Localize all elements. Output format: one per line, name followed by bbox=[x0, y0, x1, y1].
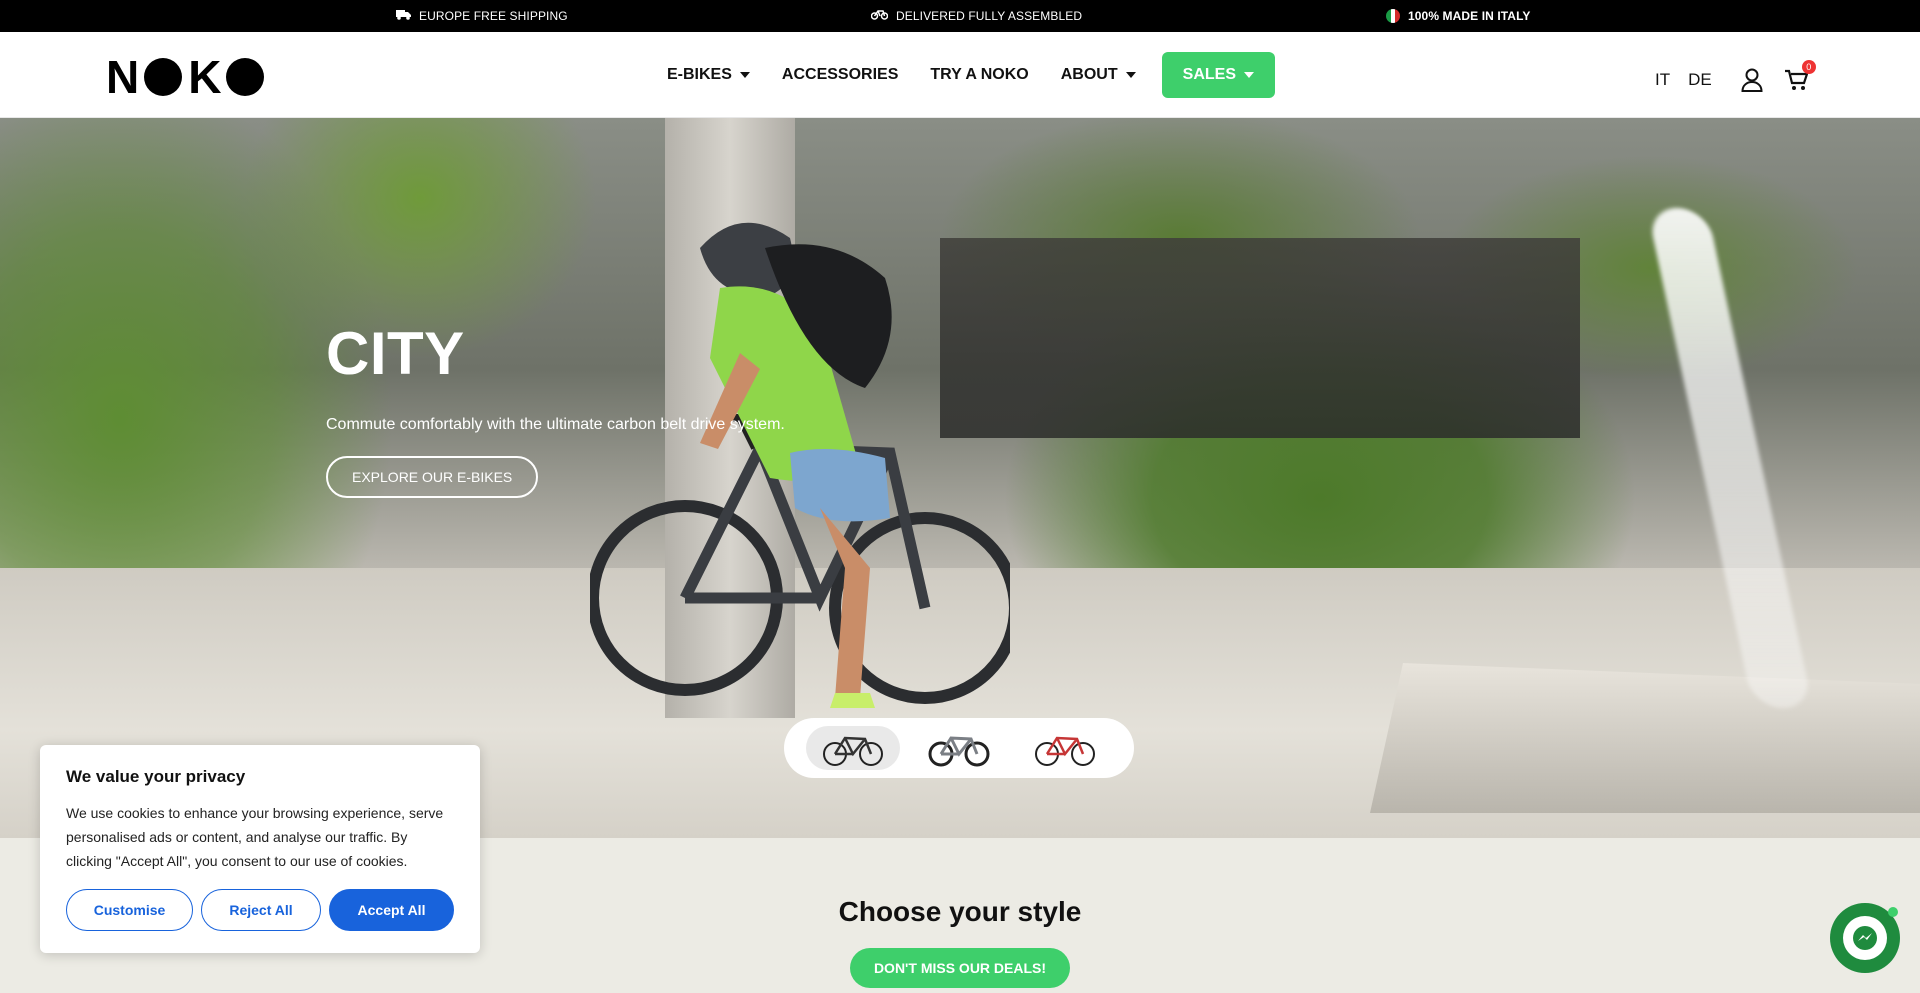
cookie-consent-banner: We value your privacy We use cookies to … bbox=[40, 745, 480, 953]
made-in-text: 100% made in Italy bbox=[1408, 9, 1531, 23]
language-it[interactable]: IT bbox=[1655, 70, 1670, 90]
chevron-down-icon bbox=[1243, 72, 1254, 78]
shipping-message: Europe free shipping bbox=[396, 9, 568, 23]
trekking-bike-icon bbox=[928, 736, 990, 767]
accept-all-button[interactable]: Accept All bbox=[329, 889, 454, 931]
nav-about[interactable]: About bbox=[1061, 66, 1136, 84]
city-bike-option[interactable] bbox=[806, 726, 900, 770]
bike-model-selector bbox=[784, 718, 1134, 778]
reject-all-button[interactable]: Reject All bbox=[201, 889, 321, 931]
nav-ebikes[interactable]: E-Bikes bbox=[667, 66, 750, 84]
truck-icon bbox=[396, 9, 411, 23]
customise-button[interactable]: Customise bbox=[66, 889, 193, 931]
shipping-text: Europe free shipping bbox=[419, 9, 568, 23]
chevron-down-icon bbox=[739, 72, 750, 78]
road-bike-option[interactable] bbox=[1018, 726, 1112, 770]
fountain-wall bbox=[1370, 663, 1920, 813]
road-bike-icon bbox=[1035, 736, 1095, 766]
italy-flag-icon bbox=[1386, 9, 1400, 23]
announcement-bar: Europe free shipping Delivered fully ass… bbox=[0, 0, 1920, 32]
language-de[interactable]: DE bbox=[1688, 70, 1712, 90]
chevron-down-icon bbox=[1125, 72, 1136, 78]
explore-ebikes-button[interactable]: Explore our e-bikes bbox=[326, 456, 539, 498]
background-building bbox=[940, 238, 1580, 438]
cookie-body: We use cookies to enhance your browsing … bbox=[66, 805, 444, 869]
chat-widget-button[interactable] bbox=[1830, 903, 1900, 973]
user-icon[interactable] bbox=[1738, 66, 1766, 94]
main-nav: E-Bikes Accessories Try a Noko About Sal… bbox=[667, 52, 1307, 98]
deals-button[interactable]: Don't miss our deals! bbox=[850, 948, 1070, 988]
noko-logo[interactable]: N K bbox=[106, 54, 265, 100]
hero-title: CITY bbox=[326, 320, 465, 387]
hero-content: CITY Commute comfortably with the ultima… bbox=[326, 324, 785, 498]
nav-sales-button[interactable]: Sales bbox=[1161, 52, 1275, 98]
assembled-message: Delivered fully assembled bbox=[870, 9, 1083, 23]
online-indicator bbox=[1888, 907, 1898, 917]
cart-count-badge: 0 bbox=[1801, 60, 1816, 74]
messenger-icon bbox=[1843, 916, 1887, 960]
city-bike-icon bbox=[823, 736, 883, 766]
header-actions: IT DE 0 bbox=[1655, 60, 1816, 94]
nav-try-a-noko[interactable]: Try a Noko bbox=[930, 66, 1028, 84]
hero-subtitle: Commute comfortably with the ultimate ca… bbox=[326, 416, 785, 433]
site-header: N K E-Bikes Accessories Try a Noko About… bbox=[0, 32, 1920, 118]
cookie-buttons: Customise Reject All Accept All bbox=[66, 889, 454, 931]
cookie-title: We value your privacy bbox=[66, 767, 246, 786]
bike-icon bbox=[870, 9, 889, 23]
cart-icon[interactable]: 0 bbox=[1782, 60, 1816, 94]
assembled-text: Delivered fully assembled bbox=[896, 9, 1083, 23]
made-in-italy-message: 100% made in Italy bbox=[1386, 9, 1531, 23]
trekking-bike-option[interactable] bbox=[912, 726, 1006, 770]
nav-accessories[interactable]: Accessories bbox=[782, 66, 898, 84]
hero-banner: CITY Commute comfortably with the ultima… bbox=[0, 118, 1920, 838]
